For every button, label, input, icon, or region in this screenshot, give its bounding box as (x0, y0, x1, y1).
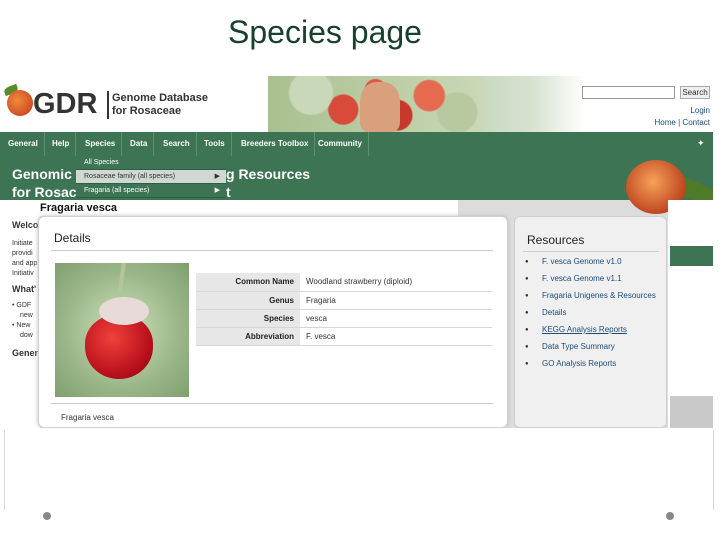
row-value: vesca (300, 309, 492, 328)
twitter-icon[interactable]: ✦ (697, 138, 709, 148)
nav-general[interactable]: General (2, 132, 45, 156)
image-caption: Fragaria vesca (61, 413, 114, 422)
row-value: F. vesca (300, 327, 492, 346)
row-value: Fragaria (300, 291, 492, 310)
table-row: Species vesca (196, 309, 492, 328)
search-button[interactable]: Search (680, 86, 710, 99)
resource-link-genome-v1-0[interactable]: F. vesca Genome v1.0 (525, 257, 665, 267)
berry-logo-icon (7, 90, 33, 116)
banner-line2-left: for Rosac (12, 184, 77, 200)
resource-link-go-analysis[interactable]: GO Analysis Reports (525, 359, 665, 369)
background-right-column (668, 200, 713, 428)
search-input[interactable] (582, 86, 675, 99)
dropdown-item-all-species[interactable]: All Species (76, 156, 226, 170)
banner-line1-right: g Resources (226, 166, 311, 182)
slide-border-line (4, 430, 5, 510)
hand-photo (360, 82, 400, 132)
news-bullet-fragment: • New (12, 322, 31, 329)
logo-subtitle: Genome Database for Rosaceae (112, 92, 208, 118)
logo-subtitle-line2: for Rosaceae (112, 105, 182, 117)
divider (51, 403, 493, 404)
submenu-arrow-icon: ▶ (214, 187, 220, 194)
divider (523, 251, 659, 252)
intro-text-fragment: Initiate (12, 240, 33, 247)
table-row: Genus Fragaria (196, 291, 492, 310)
background-home-content: Welco Initiate providi and app Initiativ… (0, 200, 43, 428)
table-row: Common Name Woodland strawberry (diploid… (196, 273, 492, 292)
nav-community[interactable]: Community (312, 132, 369, 156)
news-text-fragment: new (20, 312, 33, 319)
resources-list: F. vesca Genome v1.0 F. vesca Genome v1.… (525, 257, 665, 376)
intro-text-fragment: and app (12, 260, 38, 267)
row-value: Woodland strawberry (diploid) (300, 273, 492, 292)
row-key: Genus (196, 291, 300, 310)
contact-link[interactable]: Contact (682, 118, 710, 127)
site-header: GDR Genome Database for Rosaceae Search … (0, 76, 713, 132)
slide-corner-dot (666, 512, 674, 520)
nav-breeders-toolbox[interactable]: Breeders Toolbox (235, 132, 316, 156)
nav-help[interactable]: Help (46, 132, 77, 156)
species-title: Fragaria vesca (40, 202, 118, 214)
species-dropdown-menu: All Species Rosaceae family (all species… (76, 156, 226, 198)
nav-species[interactable]: Species (79, 132, 123, 156)
intro-text-fragment: providi (12, 250, 33, 257)
resource-link-unigenes[interactable]: Fragaria Unigenes & Resources (525, 291, 665, 301)
background-right-header (670, 246, 713, 266)
whats-new-heading-fragment: What' (12, 284, 37, 294)
nav-data[interactable]: Data (124, 132, 155, 156)
submenu-arrow-icon: ▶ (214, 173, 220, 180)
divider (51, 250, 493, 251)
dropdown-item-label: All Species (84, 159, 119, 166)
dropdown-item-label: Fragaria (all species) (84, 187, 150, 194)
banner-line2-right: t (226, 184, 231, 200)
news-bullet-fragment: • GDF (12, 302, 32, 309)
main-nav: General Help Species Data Search Tools B… (0, 132, 713, 156)
resources-panel: Resources F. vesca Genome v1.0 F. vesca … (514, 216, 667, 428)
welcome-heading-fragment: Welco (12, 220, 39, 230)
login-link[interactable]: Login (690, 106, 710, 115)
browser-screenshot: GDR Genome Database for Rosaceae Search … (0, 76, 713, 428)
table-row: Abbreviation F. vesca (196, 327, 492, 346)
resource-link-genome-v1-1[interactable]: F. vesca Genome v1.1 (525, 274, 665, 284)
details-heading: Details (54, 231, 91, 245)
dropdown-item-label: Rosaceae family (all species) (84, 173, 176, 180)
resources-heading: Resources (527, 233, 585, 247)
calyx-shape (99, 297, 149, 325)
slide-title: Species page (228, 14, 422, 50)
header-links: Home | Contact (655, 118, 710, 127)
slide-corner-dot (43, 512, 51, 520)
row-key: Species (196, 309, 300, 328)
slide-border-line (713, 430, 714, 510)
dropdown-item-rosaceae[interactable]: Rosaceae family (all species) ▶ (76, 170, 226, 184)
row-key: Abbreviation (196, 327, 300, 346)
news-text-fragment: dow (20, 332, 33, 339)
nav-search[interactable]: Search (157, 132, 197, 156)
species-details-table: Common Name Woodland strawberry (diploid… (196, 273, 492, 346)
logo-divider (107, 91, 109, 119)
link-separator: | (678, 118, 681, 127)
nav-tools[interactable]: Tools (198, 132, 232, 156)
news-bullet-text: New (16, 322, 31, 329)
dropdown-item-fragaria[interactable]: Fragaria (all species) ▶ (76, 184, 226, 198)
resource-link-details[interactable]: Details (525, 308, 665, 318)
resource-link-data-type-summary[interactable]: Data Type Summary (525, 342, 665, 352)
banner-line1-left: Genomic (12, 166, 72, 182)
home-link[interactable]: Home (655, 118, 676, 127)
logo-subtitle-line1: Genome Database (112, 92, 208, 104)
resource-link-kegg[interactable]: KEGG Analysis Reports (525, 325, 665, 335)
strawberry-photo (55, 263, 189, 397)
background-right-footer (670, 396, 713, 428)
intro-text-fragment: Initiativ (12, 270, 34, 277)
site-logo[interactable]: GDR (33, 88, 97, 121)
news-bullet-text: GDF (16, 302, 32, 309)
details-panel: Details Common Name Woodland strawberry … (38, 216, 508, 428)
row-key: Common Name (196, 273, 300, 292)
